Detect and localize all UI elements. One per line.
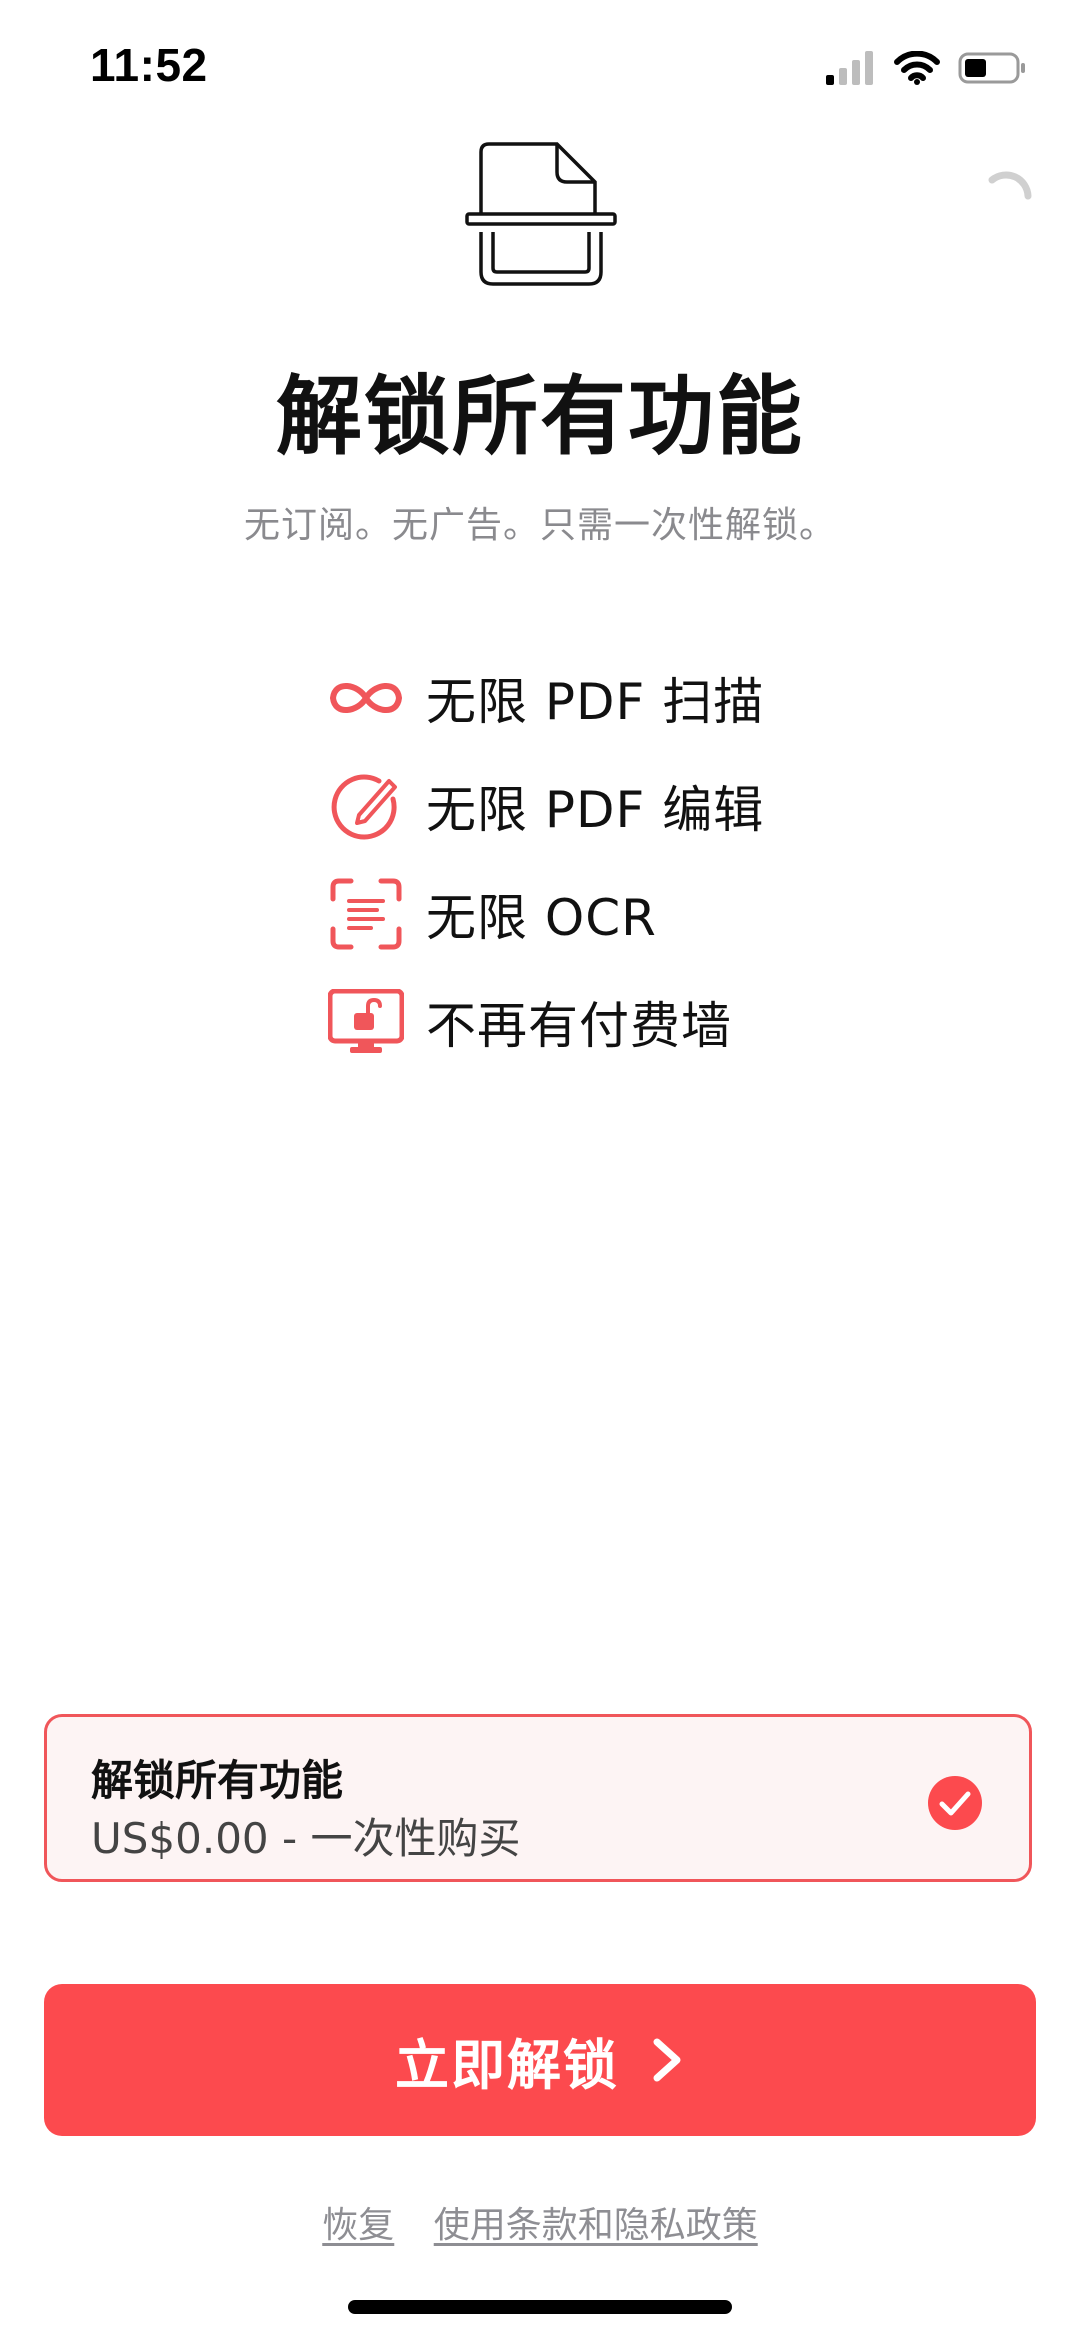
restore-link[interactable]: 恢复 [322,2205,394,2246]
checkmark-circle-icon [928,1776,982,1830]
wifi-icon [894,51,940,85]
option-title: 解锁所有功能 [91,1756,344,1805]
feature-item: 无限 PDF 扫描 [326,644,886,752]
feature-label: 无限 PDF 扫描 [426,673,765,731]
feature-item: 不再有付费墙 [326,968,886,1076]
status-icons [826,48,1028,88]
footer-links: 恢复 使用条款和隐私政策 [0,2196,1080,2248]
purchase-option-card[interactable]: 解锁所有功能 US$0.00 - 一次性购买 [44,1714,1032,1882]
chevron-right-icon [653,2038,681,2082]
edit-pencil-icon [331,774,397,840]
infinity-icon [330,683,402,713]
feature-list: 无限 PDF 扫描 无限 PDF 编辑 无限 OCR 不再有付费墙 [326,644,886,1076]
ocr-scan-icon [330,878,402,950]
feature-item: 无限 OCR [326,860,886,968]
terms-privacy-link[interactable]: 使用条款和隐私政策 [434,2205,758,2246]
battery-icon [958,52,1025,84]
page-subtitle: 无订阅。无广告。只需一次性解锁。 [243,505,836,546]
paywall-screen: 11:52 解锁所有功能 无订阅。无广告。只需一次性解锁。 无限 PDF 扫描 … [0,0,1080,2337]
feature-label: 无限 OCR [426,889,657,947]
cellular-signal-icon [826,51,873,85]
feature-label: 无限 PDF 编辑 [426,781,765,839]
home-indicator [348,2300,732,2314]
feature-label: 不再有付费墙 [426,997,732,1055]
page-title: 解锁所有功能 [276,367,804,467]
document-scan-icon [465,142,617,286]
feature-item: 无限 PDF 编辑 [326,752,886,860]
option-price: US$0.00 - 一次性购买 [91,1814,521,1863]
unlock-now-button[interactable]: 立即解锁 [44,1984,1036,2136]
unlock-now-label: 立即解锁 [395,2033,619,2097]
status-time: 11:52 [90,39,208,91]
unlocked-screen-icon [328,989,404,1053]
loading-spinner-icon [988,171,1032,200]
